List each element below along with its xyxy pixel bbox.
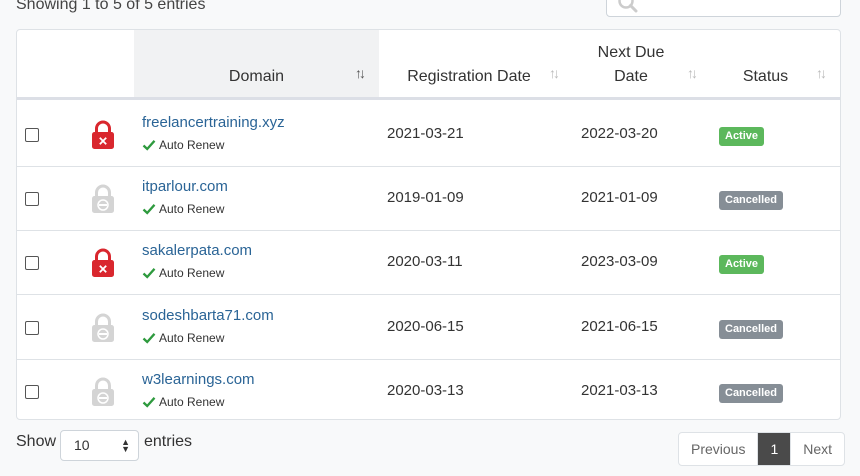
row-select-checkbox[interactable] (25, 256, 39, 271)
table-row: itparlour.com Auto Renew 2019-01-09 2021-01… (17, 167, 840, 232)
registration-date: 2020-03-11 (387, 253, 463, 271)
check-icon (142, 204, 156, 215)
check-icon (142, 332, 156, 344)
registration-date-header-label: Registration Date (407, 68, 531, 85)
domain-header-label: Domain (228, 68, 285, 85)
status-badge: Cancelled (719, 319, 783, 339)
registration-date: 2019-01-09 (387, 189, 464, 207)
registration-date-column-header[interactable]: Registration Date ↑↓ (379, 30, 560, 97)
domain-link[interactable]: freelancertraining.xyz (142, 114, 285, 131)
search-input[interactable] (606, 0, 841, 17)
table-row: sakalerpata.com Auto Renew 2020-03-11 2023-… (17, 231, 840, 296)
auto-renew-label: Auto Renew (159, 202, 225, 217)
search-icon (618, 0, 638, 13)
domain-link[interactable]: sakalerpata.com (142, 242, 252, 259)
next-due-date: 2021-03-13 (581, 381, 658, 399)
domain-link[interactable]: itparlour.com (142, 178, 228, 195)
auto-renew-label: Auto Renew (159, 330, 225, 345)
next-due-date-header-line2: Date (614, 68, 648, 85)
unlock-icon (92, 313, 114, 342)
auto-renew-label: Auto Renew (159, 138, 225, 152)
sort-asc-icon: ↑↓ (355, 65, 366, 81)
row-select-checkbox[interactable] (25, 192, 39, 207)
lock-icon (92, 248, 114, 278)
domain-link[interactable]: sodeshbarta71.com (142, 307, 274, 324)
next-due-date-column-header[interactable]: Next Due Date ↑↓ (559, 30, 703, 97)
row-select-checkbox[interactable] (25, 128, 39, 142)
table-row: sodeshbarta71.com Auto Renew 2020-06-15 202… (17, 296, 840, 360)
row-select-checkbox[interactable] (25, 320, 39, 335)
auto-renew-indicator: Auto Renew (142, 202, 224, 216)
next-due-date: 2021-06-15 (581, 317, 658, 335)
check-icon (142, 396, 156, 408)
sort-icon: ↑↓ (687, 65, 698, 81)
status-badge: Active (719, 255, 765, 275)
registration-date: 2021-03-21 (387, 125, 464, 142)
unlock-icon (92, 377, 114, 406)
length-entries-label: entries (144, 433, 193, 450)
auto-renew-indicator: Auto Renew (142, 331, 224, 345)
select-caret-icon: ▲ ▼ (121, 437, 130, 454)
sort-icon: ↑↓ (549, 65, 560, 81)
auto-renew-indicator: Auto Renew (142, 266, 224, 280)
next-due-date-header-label: Next Due Date (598, 41, 665, 89)
next-due-date: 2022-03-20 (581, 125, 658, 142)
auto-renew-indicator: Auto Renew (142, 138, 224, 152)
next-page-button[interactable]: Next (791, 433, 844, 465)
status-badge: Active (719, 127, 765, 146)
check-icon (142, 140, 156, 151)
registration-date: 2020-06-15 (387, 317, 464, 335)
previous-page-button[interactable]: Previous (679, 433, 759, 465)
lock-icon (92, 120, 114, 149)
status-column-header[interactable]: Status ↑↓ (703, 30, 828, 97)
auto-renew-label: Auto Renew (159, 394, 225, 409)
table-info: Showing 1 to 5 of 5 entries (16, 0, 206, 13)
page-length-value: 10 (74, 437, 90, 453)
next-due-date: 2021-01-09 (581, 189, 658, 207)
row-select-checkbox[interactable] (25, 384, 39, 399)
select-column-header (17, 30, 134, 97)
page-length-select[interactable]: 10 ▲ ▼ (60, 430, 139, 461)
status-badge: Cancelled (719, 191, 783, 211)
domains-table: Domain ↑↓ Registration Date ↑↓ Next Due … (16, 29, 841, 420)
sort-icon: ↑↓ (816, 65, 827, 81)
table-row: w3learnings.com Auto Renew 2020-03-13 2021-… (17, 360, 840, 419)
auto-renew-label: Auto Renew (159, 266, 225, 281)
domain-column-header[interactable]: Domain ↑↓ (134, 30, 379, 97)
page-1-button[interactable]: 1 (758, 433, 792, 465)
next-due-date: 2023-03-09 (581, 253, 658, 271)
status-badge: Cancelled (719, 383, 783, 403)
registration-date: 2020-03-13 (387, 381, 464, 399)
status-header-label: Status (742, 68, 789, 85)
check-icon (142, 268, 156, 280)
table-row: freelancertraining.xyz Auto Renew 2021-03-… (17, 103, 840, 167)
length-show-label: Show (16, 433, 57, 450)
domain-link[interactable]: w3learnings.com (142, 371, 255, 388)
next-due-date-header-line1: Next Due (597, 44, 665, 61)
table-header: Domain ↑↓ Registration Date ↑↓ Next Due … (17, 30, 840, 100)
auto-renew-indicator: Auto Renew (142, 395, 224, 409)
pagination: Previous 1 Next (678, 432, 846, 466)
unlock-icon (92, 184, 114, 214)
